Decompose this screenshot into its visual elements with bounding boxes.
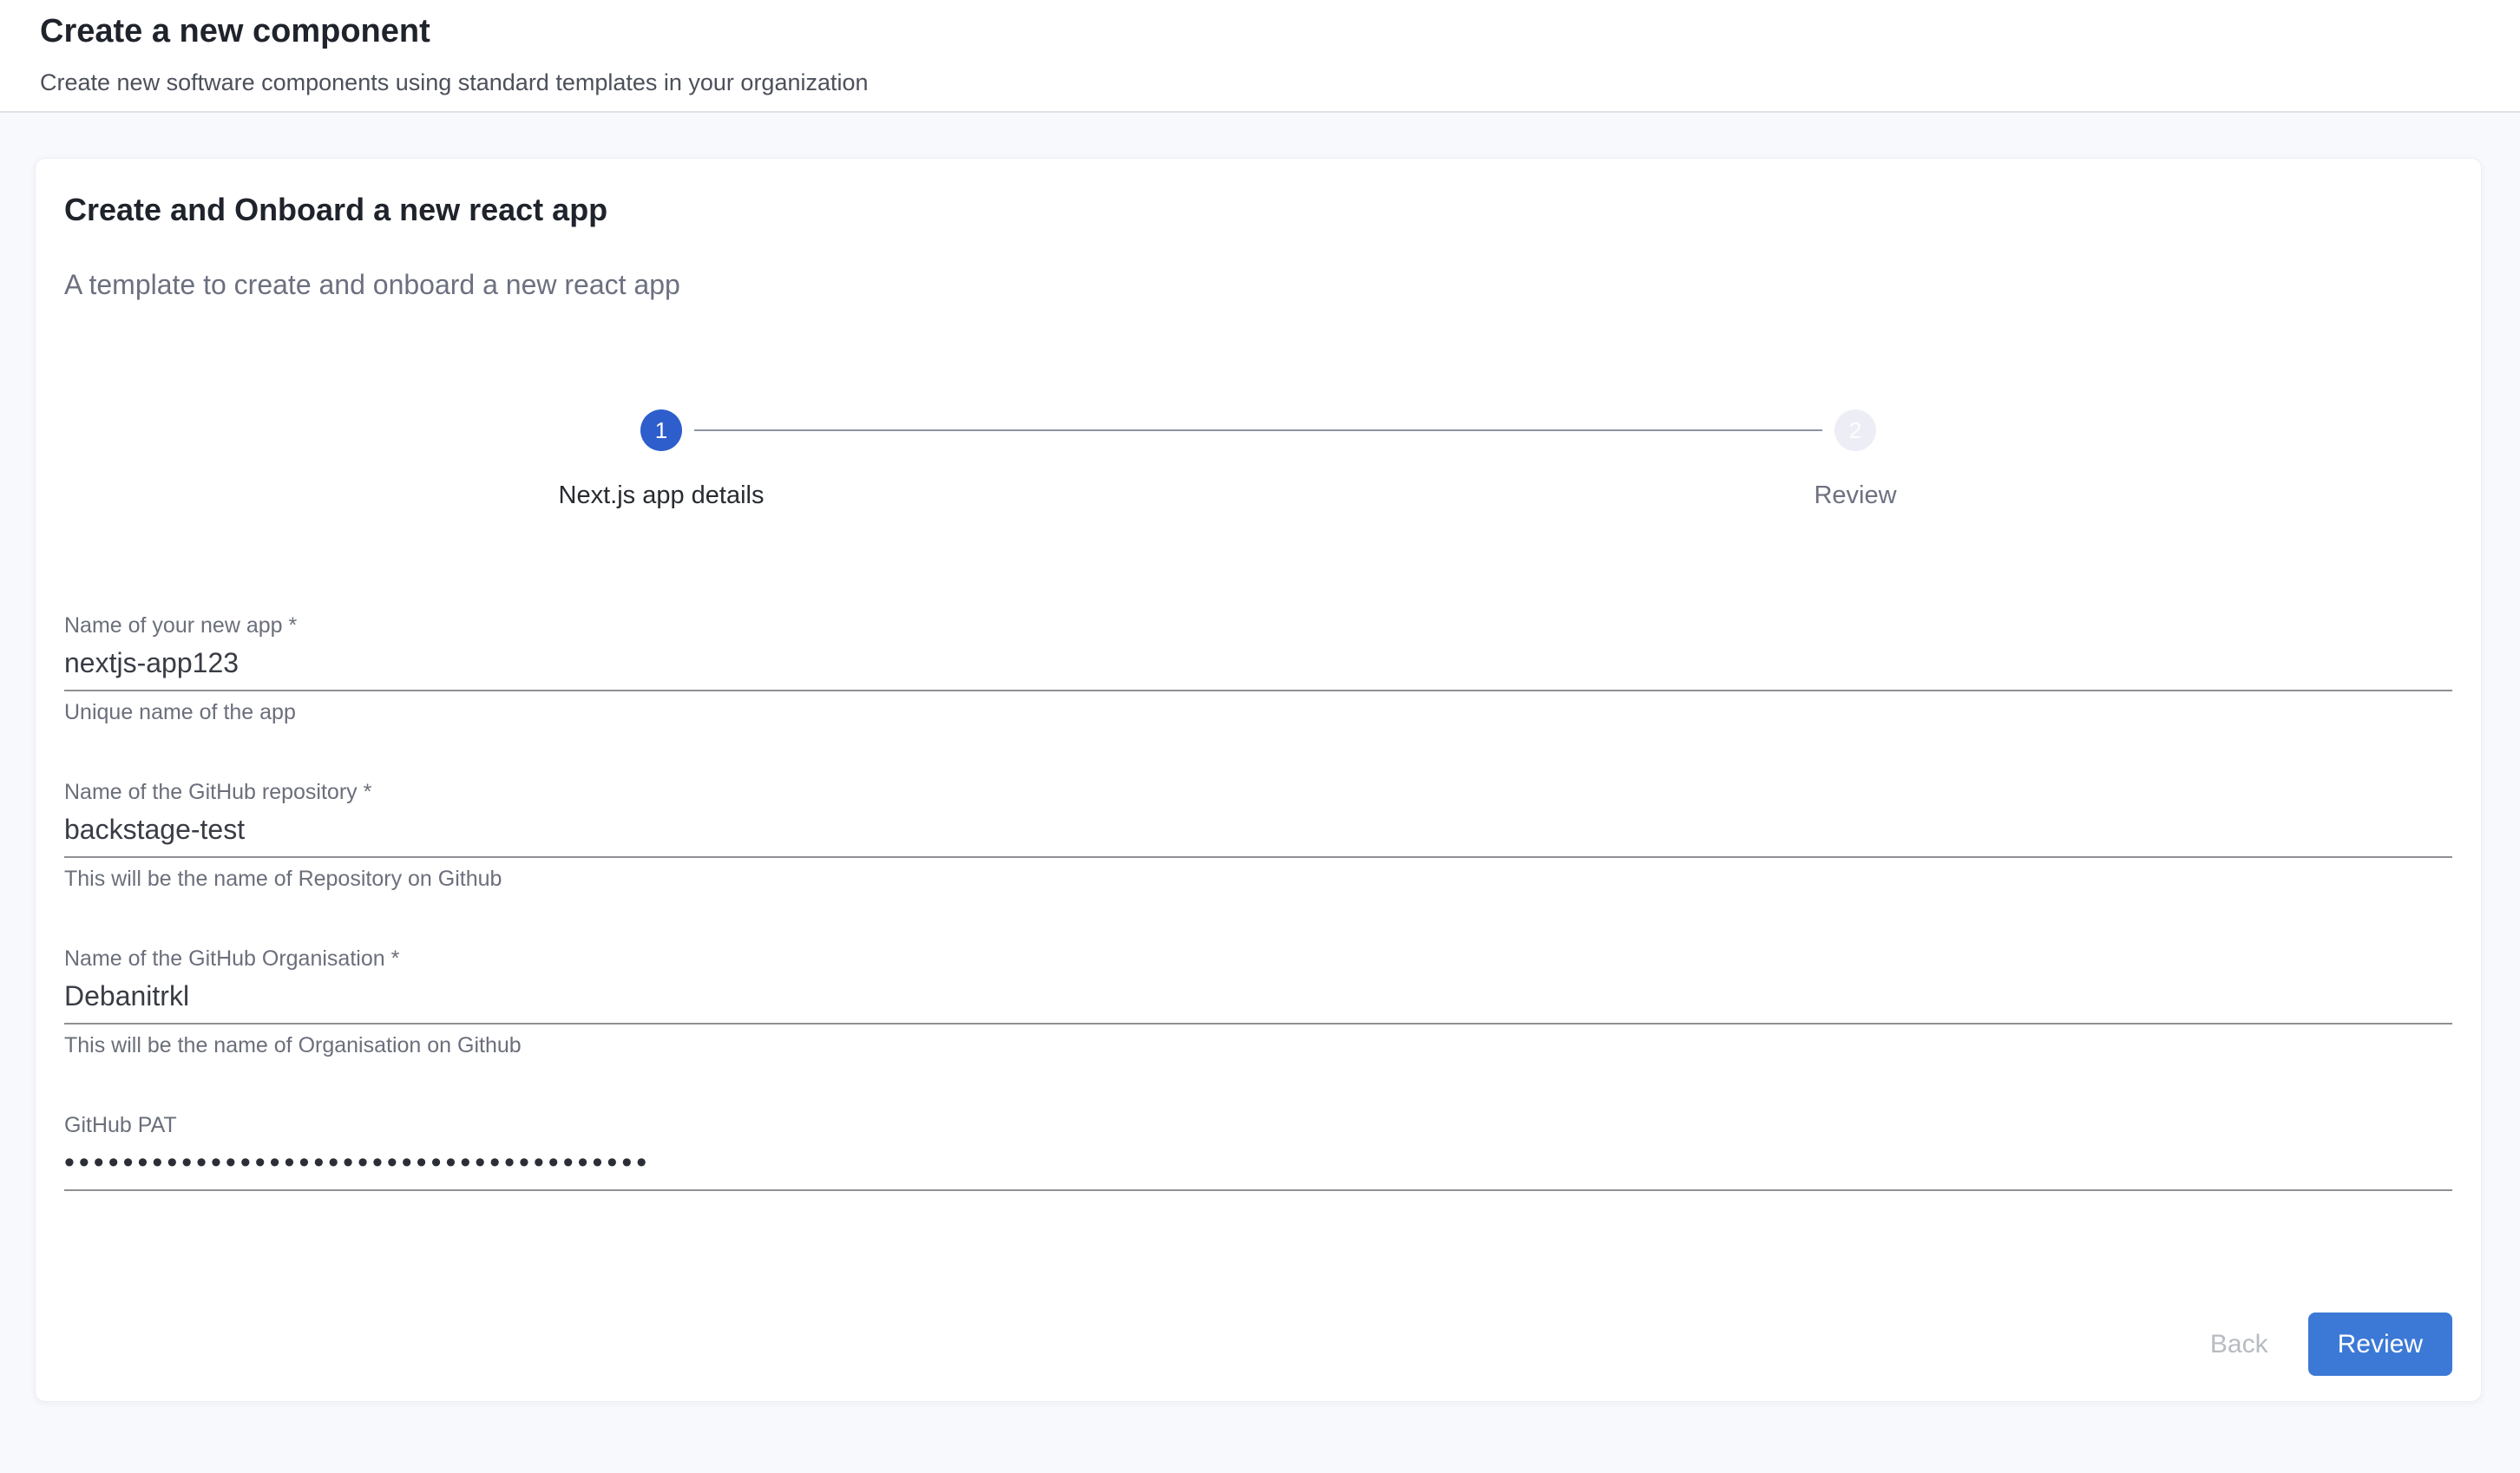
card-title: Create and Onboard a new react app bbox=[64, 192, 607, 228]
stepper: 1 Next.js app details 2 Review bbox=[64, 409, 2452, 510]
app-name-label: Name of your new app * bbox=[64, 613, 2452, 638]
step-nextjs-app-details: 1 Next.js app details bbox=[64, 409, 1258, 510]
github-pat-input[interactable] bbox=[64, 1149, 2452, 1191]
github-pat-label: GitHub PAT bbox=[64, 1113, 2452, 1137]
back-button[interactable]: Back bbox=[2188, 1313, 2291, 1376]
app-name-helper: Unique name of the app bbox=[64, 700, 2452, 724]
step-1-label: Next.js app details bbox=[559, 481, 765, 510]
step-2-label: Review bbox=[1814, 481, 1896, 510]
field-github-repository: Name of the GitHub repository * This wil… bbox=[64, 780, 2452, 891]
page-title: Create a new component bbox=[40, 10, 2520, 52]
step-review: 2 Review bbox=[1258, 409, 2452, 510]
github-repository-helper: This will be the name of Repository on G… bbox=[64, 867, 2452, 891]
page-subtitle: Create new software components using sta… bbox=[40, 68, 2520, 97]
stepper-connector bbox=[694, 429, 1822, 431]
field-app-name: Name of your new app * Unique name of th… bbox=[64, 613, 2452, 724]
template-card: Create and Onboard a new react app A tem… bbox=[35, 158, 2482, 1402]
github-organisation-input[interactable] bbox=[64, 983, 2452, 1025]
field-github-pat: GitHub PAT bbox=[64, 1113, 2452, 1191]
step-2-indicator: 2 bbox=[1834, 409, 1876, 451]
github-organisation-helper: This will be the name of Organisation on… bbox=[64, 1033, 2452, 1057]
app-name-input[interactable] bbox=[64, 650, 2452, 691]
card-subtitle: A template to create and onboard a new r… bbox=[64, 268, 680, 301]
page-header: Create a new component Create new softwa… bbox=[0, 0, 2520, 113]
template-form: Name of your new app * Unique name of th… bbox=[64, 613, 2452, 1247]
step-1-indicator: 1 bbox=[640, 409, 682, 451]
field-github-organisation: Name of the GitHub Organisation * This w… bbox=[64, 946, 2452, 1057]
review-button[interactable]: Review bbox=[2308, 1313, 2452, 1376]
github-repository-input[interactable] bbox=[64, 816, 2452, 858]
github-organisation-label: Name of the GitHub Organisation * bbox=[64, 946, 2452, 971]
github-repository-label: Name of the GitHub repository * bbox=[64, 780, 2452, 804]
form-actions: Back Review bbox=[2188, 1313, 2452, 1376]
